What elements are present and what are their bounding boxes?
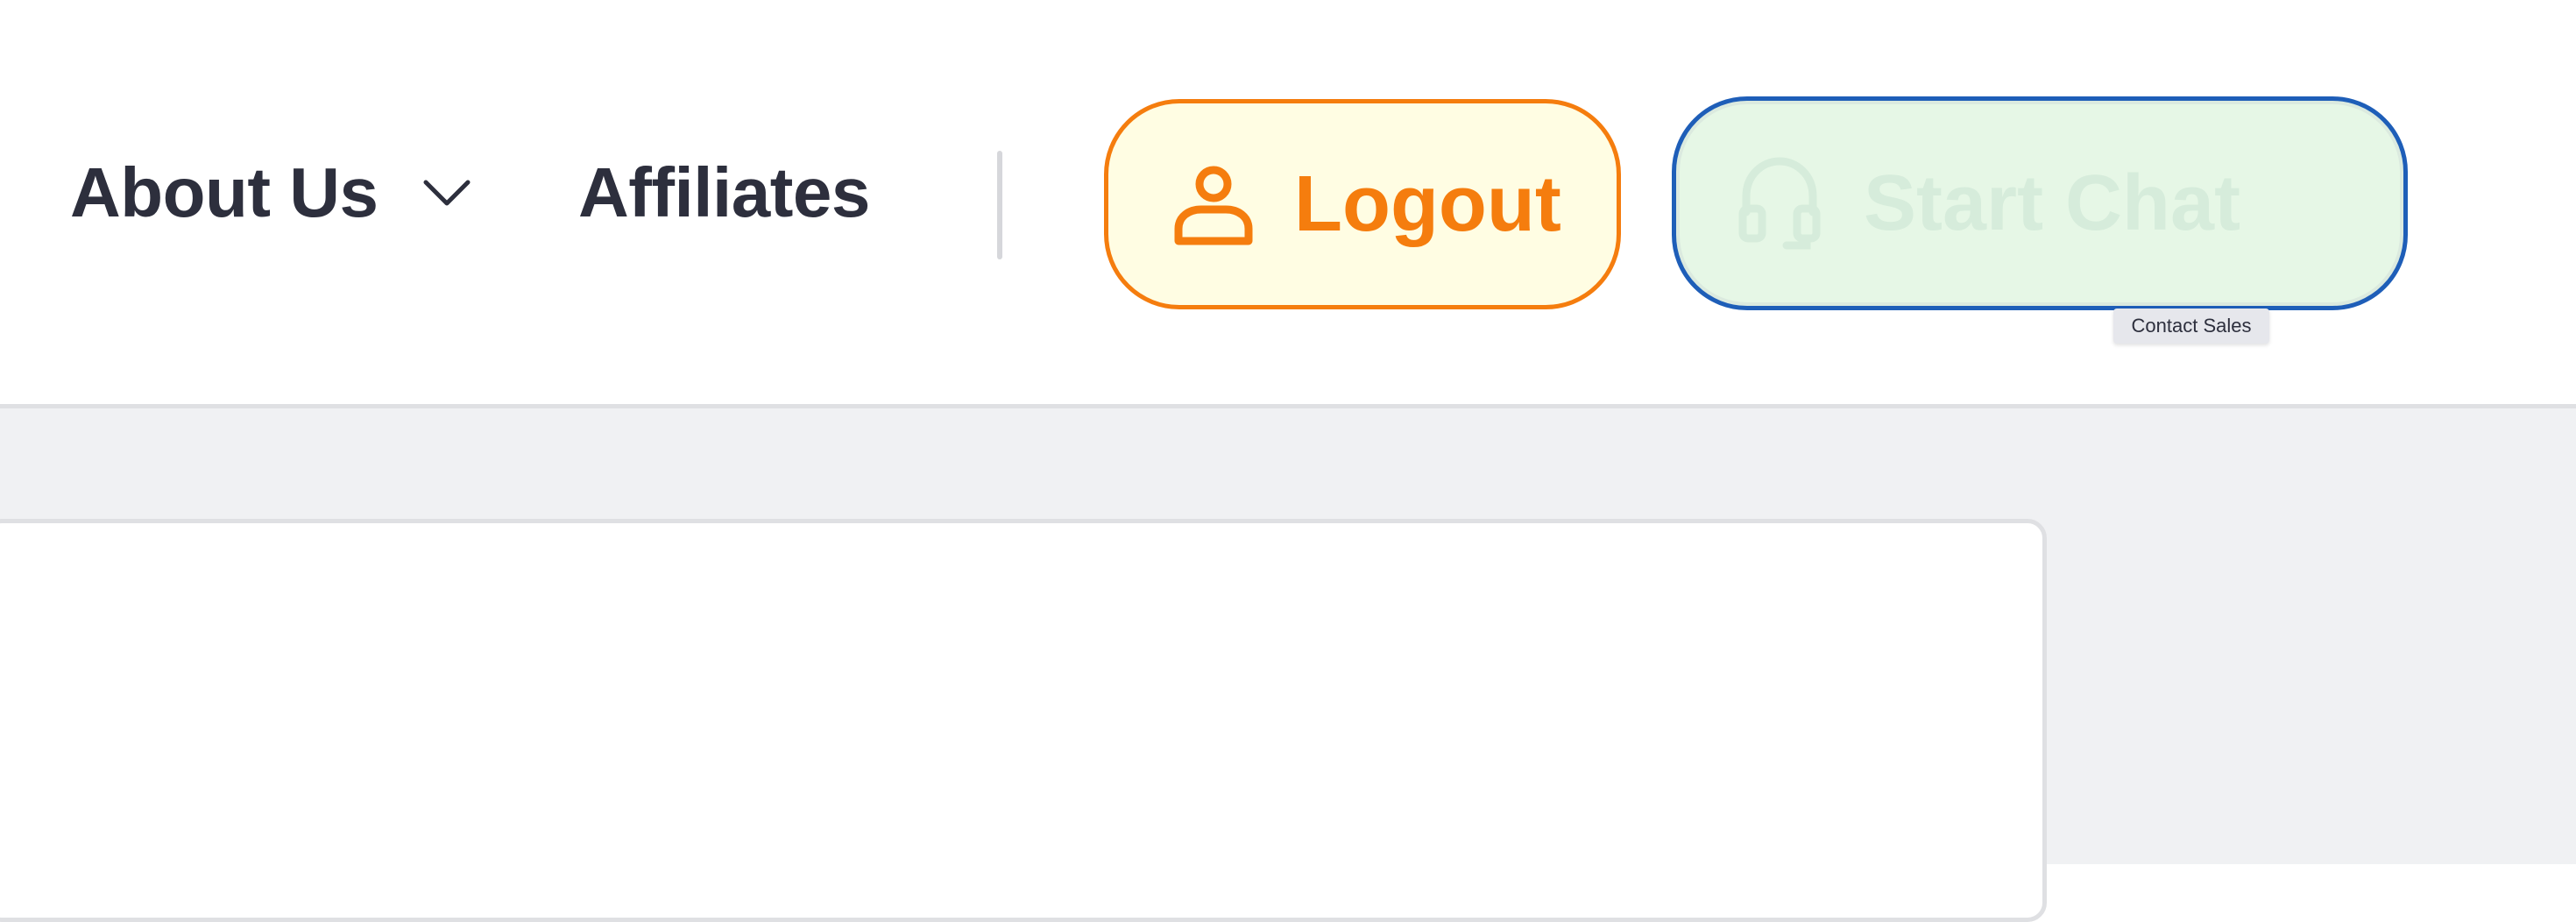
content-card [0, 519, 2047, 922]
main-content-area [0, 408, 2576, 922]
headset-icon [1738, 157, 1821, 250]
nav-about-us-dropdown[interactable]: About Us [70, 158, 473, 228]
nav-about-us-label: About Us [70, 153, 379, 231]
user-icon [1174, 166, 1253, 245]
nav-affiliates-label: Affiliates [578, 153, 870, 231]
chevron-down-icon [423, 180, 471, 206]
start-chat-button[interactable]: Start Chat [1672, 96, 2408, 310]
logout-button-label: Logout [1294, 160, 1561, 248]
top-navigation-bar: About Us Affiliates Logout Start Chat Co… [0, 0, 2576, 408]
logout-button[interactable]: Logout [1104, 99, 1621, 309]
nav-affiliates-link[interactable]: Affiliates [578, 158, 870, 228]
start-chat-button-label: Start Chat [1864, 160, 2241, 247]
contact-sales-tooltip: Contact Sales [2113, 309, 2269, 344]
nav-divider [997, 151, 1002, 259]
